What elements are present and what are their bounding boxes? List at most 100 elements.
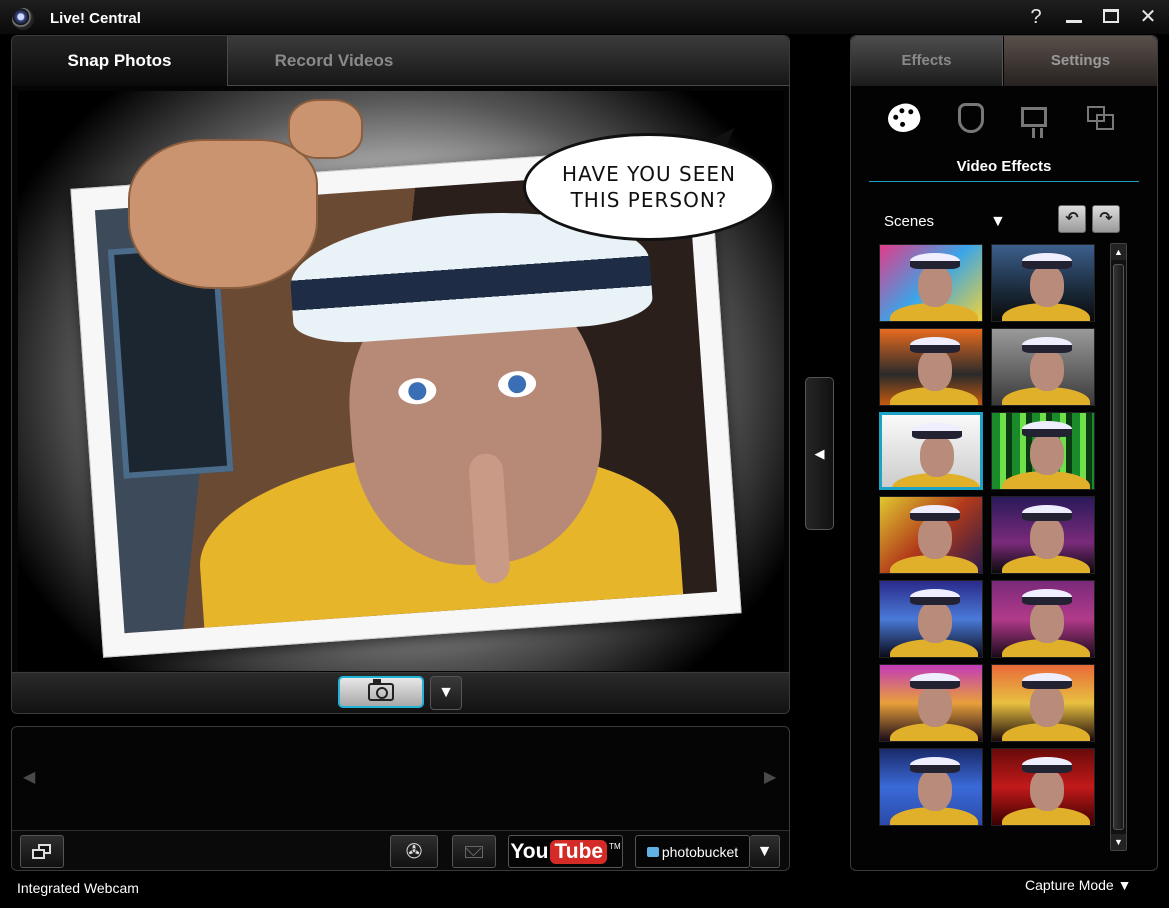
- tab-settings[interactable]: Settings: [1004, 36, 1157, 86]
- thumbnail-face: [1030, 601, 1064, 643]
- snap-photo-button[interactable]: [338, 676, 424, 708]
- webcam-preview: HAVE YOU SEEN THIS PERSON?: [18, 91, 784, 671]
- app-logo-icon: [12, 8, 34, 30]
- thumbnail-hat: [910, 673, 960, 689]
- effect-thumbnail[interactable]: [991, 412, 1095, 490]
- effect-thumbnail[interactable]: [879, 748, 983, 826]
- effect-thumbnail[interactable]: [991, 748, 1095, 826]
- scenes-category[interactable]: [1014, 98, 1054, 138]
- capture-mode-dropdown[interactable]: Capture Mode ▼: [1025, 877, 1131, 893]
- effect-thumbnail[interactable]: [991, 580, 1095, 658]
- email-button[interactable]: [452, 835, 496, 868]
- main-panel: Snap Photos Record Videos HAVE YOU SEEN …: [11, 35, 790, 714]
- speech-bubble-line-2: THIS PERSON?: [570, 188, 728, 212]
- maximize-icon: [1103, 9, 1119, 23]
- effect-thumbnail[interactable]: [879, 328, 983, 406]
- thumbnail-face: [1030, 349, 1064, 391]
- palette-icon: [884, 99, 924, 137]
- mail-icon: [465, 845, 483, 858]
- maximize-button[interactable]: [1097, 5, 1125, 29]
- make-movie-button[interactable]: ✇: [390, 835, 438, 868]
- capture-options-dropdown[interactable]: ▼: [430, 676, 462, 710]
- thumbnail-hat: [910, 757, 960, 773]
- effect-thumbnail[interactable]: [991, 664, 1095, 742]
- scroll-thumb[interactable]: [1113, 264, 1124, 830]
- mode-tabs: Snap Photos Record Videos: [12, 36, 789, 86]
- thumbnail-hat: [912, 423, 962, 439]
- thumbnail-face: [918, 349, 952, 391]
- hand-thumb: [288, 99, 363, 159]
- frames-category[interactable]: [1080, 98, 1120, 138]
- mask-icon: [958, 103, 984, 133]
- scenes-label[interactable]: Scenes: [884, 213, 934, 230]
- minimize-icon: [1066, 20, 1082, 23]
- tab-snap-photos[interactable]: Snap Photos: [12, 36, 228, 86]
- photobucket-camera-icon: [646, 846, 659, 857]
- speech-bubble: HAVE YOU SEEN THIS PERSON?: [523, 133, 775, 241]
- youtube-trademark: TM: [609, 842, 621, 851]
- thumbnail-hat: [1022, 589, 1072, 605]
- effect-thumbnail[interactable]: [991, 328, 1095, 406]
- thumbnail-face: [1030, 433, 1064, 475]
- youtube-upload-button[interactable]: You Tube TM: [508, 835, 623, 868]
- thumbnail-face: [918, 517, 952, 559]
- effect-category-bar: [851, 94, 1157, 144]
- title-bar: Live! Central ? ✕: [0, 0, 1169, 34]
- undo-effect-button[interactable]: ↶: [1058, 205, 1086, 233]
- gallery-next-button[interactable]: ▶: [764, 767, 776, 787]
- thumbnail-face: [1030, 517, 1064, 559]
- effect-thumbnail[interactable]: [991, 244, 1095, 322]
- photobucket-upload-button[interactable]: photobucket: [635, 835, 750, 868]
- effects-scrollbar[interactable]: ▲ ▼: [1110, 243, 1127, 851]
- frames-icon: [1087, 106, 1114, 130]
- section-title: Video Effects: [869, 158, 1139, 182]
- scroll-down-button[interactable]: ▼: [1111, 834, 1126, 850]
- close-icon: ✕: [1139, 6, 1157, 28]
- windows-icon: [32, 843, 52, 860]
- help-button[interactable]: ?: [1022, 5, 1050, 29]
- effect-thumbnail[interactable]: [879, 664, 983, 742]
- scenes-dropdown[interactable]: ▼: [990, 213, 1006, 231]
- effect-thumbnail[interactable]: [879, 496, 983, 574]
- thumbnail-hat: [910, 337, 960, 353]
- close-button[interactable]: ✕: [1134, 5, 1162, 29]
- youtube-logo-tube: Tube: [550, 839, 608, 864]
- effect-thumbnail[interactable]: [991, 496, 1095, 574]
- easel-icon: [1021, 107, 1047, 138]
- gallery-toolbar: ✇ You Tube TM photobucket ▼: [12, 830, 789, 870]
- thumbnail-hat: [1022, 757, 1072, 773]
- thumbnail-face: [1030, 265, 1064, 307]
- thumbnail-hat: [1022, 505, 1072, 521]
- thumbnail-face: [918, 265, 952, 307]
- minimize-button[interactable]: [1060, 5, 1088, 29]
- thumbnail-hat: [910, 505, 960, 521]
- open-folder-button[interactable]: [20, 835, 64, 868]
- thumbnail-face: [918, 685, 952, 727]
- gallery-prev-button[interactable]: ◀: [23, 767, 35, 787]
- tab-effects[interactable]: Effects: [851, 36, 1003, 86]
- effect-thumbnail[interactable]: [879, 412, 983, 490]
- thumbnail-face: [1030, 769, 1064, 811]
- avatar-category[interactable]: [951, 98, 991, 138]
- thumbnail-face: [920, 435, 954, 477]
- effect-thumbnail[interactable]: [879, 580, 983, 658]
- effects-grid: [879, 244, 1099, 834]
- effect-thumbnail[interactable]: [879, 244, 983, 322]
- scroll-up-button[interactable]: ▲: [1111, 244, 1126, 260]
- effects-panel: Effects Settings Video Effects Scenes ▼ …: [850, 35, 1158, 871]
- youtube-logo-you: You: [510, 839, 549, 863]
- tab-record-videos[interactable]: Record Videos: [229, 36, 439, 86]
- video-effects-category[interactable]: [884, 98, 924, 138]
- photobucket-logo: photobucket: [661, 843, 739, 860]
- camera-icon: [368, 679, 394, 701]
- collapse-panel-button[interactable]: ◀: [805, 377, 834, 530]
- thumbnail-hat: [1022, 421, 1072, 437]
- reset-effect-button[interactable]: ↷: [1092, 205, 1120, 233]
- gallery-panel: ◀ ▶ ✇ You Tube TM photobucket ▼: [11, 726, 790, 871]
- speech-bubble-line-1: HAVE YOU SEEN: [562, 162, 736, 186]
- share-options-dropdown[interactable]: ▼: [750, 835, 780, 868]
- hand-palm: [128, 139, 318, 289]
- thumbnail-hat: [910, 253, 960, 269]
- thumbnail-face: [918, 769, 952, 811]
- thumbnail-hat: [1022, 337, 1072, 353]
